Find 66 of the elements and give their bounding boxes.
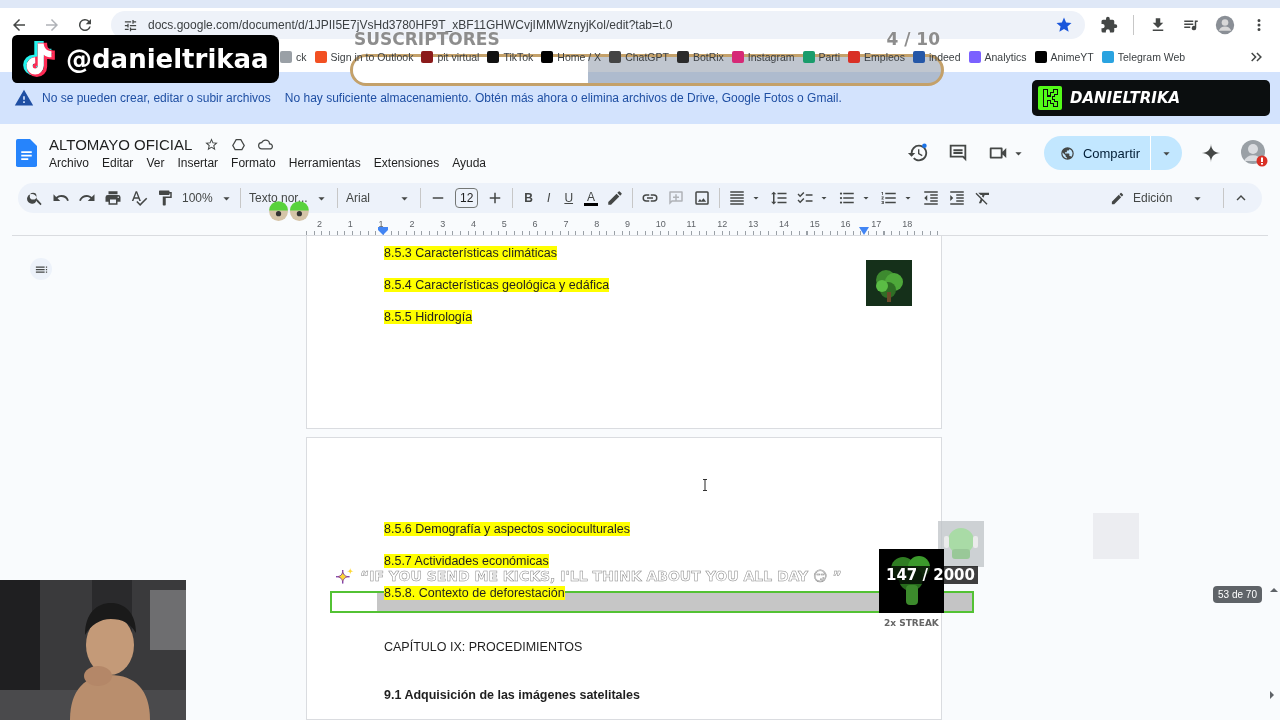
bookmark[interactable]: ChatGPT [609,51,669,63]
format-button[interactable]: U [561,191,577,205]
heading: 8.5.7 Actividades económicas [384,554,549,568]
ruler-number: 16 [840,219,852,229]
streak-label: 2x STREAK [884,618,939,628]
ruler-number: 15 [809,219,821,229]
document-title[interactable]: ALTOMAYO OFICIAL [49,136,193,153]
ruler-number: 9 [624,219,631,229]
format-button[interactable]: I [544,191,554,205]
ruler-number: 7 [563,219,570,229]
ruler-number: 14 [778,219,790,229]
bookmark[interactable]: Instagram [731,51,795,63]
bookmark[interactable]: TikTok [487,51,534,63]
bookmark[interactable]: BotRix [676,51,724,63]
ruler-number: 12 [717,219,729,229]
bookmark[interactable]: AnimeYT [1034,51,1094,63]
page-count-badge: 53 de 70 [1213,586,1262,603]
zoom-dropdown[interactable]: 100% [182,190,232,206]
ruler-number: 6 [532,219,539,229]
menu-item[interactable]: Ayuda [452,156,486,170]
bookmark[interactable]: Analytics [968,51,1027,63]
bookmark[interactable]: Home / X [541,51,602,63]
bookmark[interactable]: Parti [802,51,841,63]
ruler-number: 17 [871,219,883,229]
menu-item[interactable]: Ver [146,156,165,170]
menu-item[interactable]: Archivo [49,156,89,170]
goal-message: “IF YOU SEND ME KICKS, I'LL THINK ABOUT YOU ALL DAY 😏 ” [360,568,842,584]
ruler-number: 4 [471,219,477,229]
ruler-number: 3 [440,219,447,229]
ruler-number: 18 [902,219,914,229]
warning-title: No se pueden crear, editar o subir archivos [42,91,271,105]
bookmark[interactable]: ck [280,51,307,63]
chapter-heading: CAPÍTULO IX: PROCEDIMIENTOS [384,640,583,654]
heading: 8.5.5 Hidrología [384,310,473,324]
font-size-field[interactable]: 12 [455,188,479,208]
bookmark[interactable]: Sign in to Outlook [314,51,414,63]
bookmark[interactable]: pit virtual [421,51,480,63]
heading: 8.5.3 Características climáticas [384,246,557,260]
ruler-number: 2 [409,219,416,229]
ruler-number: 1 [347,219,354,229]
heading: 8.5.6 Demografía y aspectos socioculturales [384,522,630,536]
menu-item[interactable]: Extensiones [373,156,440,170]
ruler-number: 13 [748,219,760,229]
heading: 9.1 Adquisición de las imágenes satelitales [384,688,640,702]
tiktok-handle: @danieltrikaa [65,44,269,74]
editing-mode-dropdown[interactable]: Edición [1100,190,1215,206]
menu-item[interactable]: Insertar [177,156,219,170]
menu-item[interactable]: Formato [231,156,276,170]
style-dropdown[interactable]: Texto nor... [249,190,329,206]
font-dropdown[interactable]: Arial [346,190,412,206]
format-button[interactable]: A [584,190,599,206]
ruler-number: 10 [655,219,667,229]
ruler-number: 1 [378,219,385,229]
format-button[interactable]: B [521,191,537,205]
heading: 8.5.4 Características geológica y edáfica [384,278,610,292]
ruler-number: 8 [594,219,601,229]
ruler-number: 5 [501,219,508,229]
ruler-number: 11 [686,219,697,229]
ruler-number: 2 [317,219,323,229]
bookmark[interactable]: Telegram Web [1101,51,1186,63]
warning-message: No hay suficiente almacenamiento. Obtén más ahora o elimina archivos de Drive, Google Fotos o Gmail. [284,91,842,105]
heading: 8.5.8. Contexto de deforestación [384,586,565,600]
menu-item[interactable]: Herramientas [288,156,361,170]
menu-item[interactable]: Editar [102,156,134,170]
bookmark[interactable]: Empleos [848,51,905,63]
kick-channel-name: DANIELTRIKA [1070,89,1181,107]
